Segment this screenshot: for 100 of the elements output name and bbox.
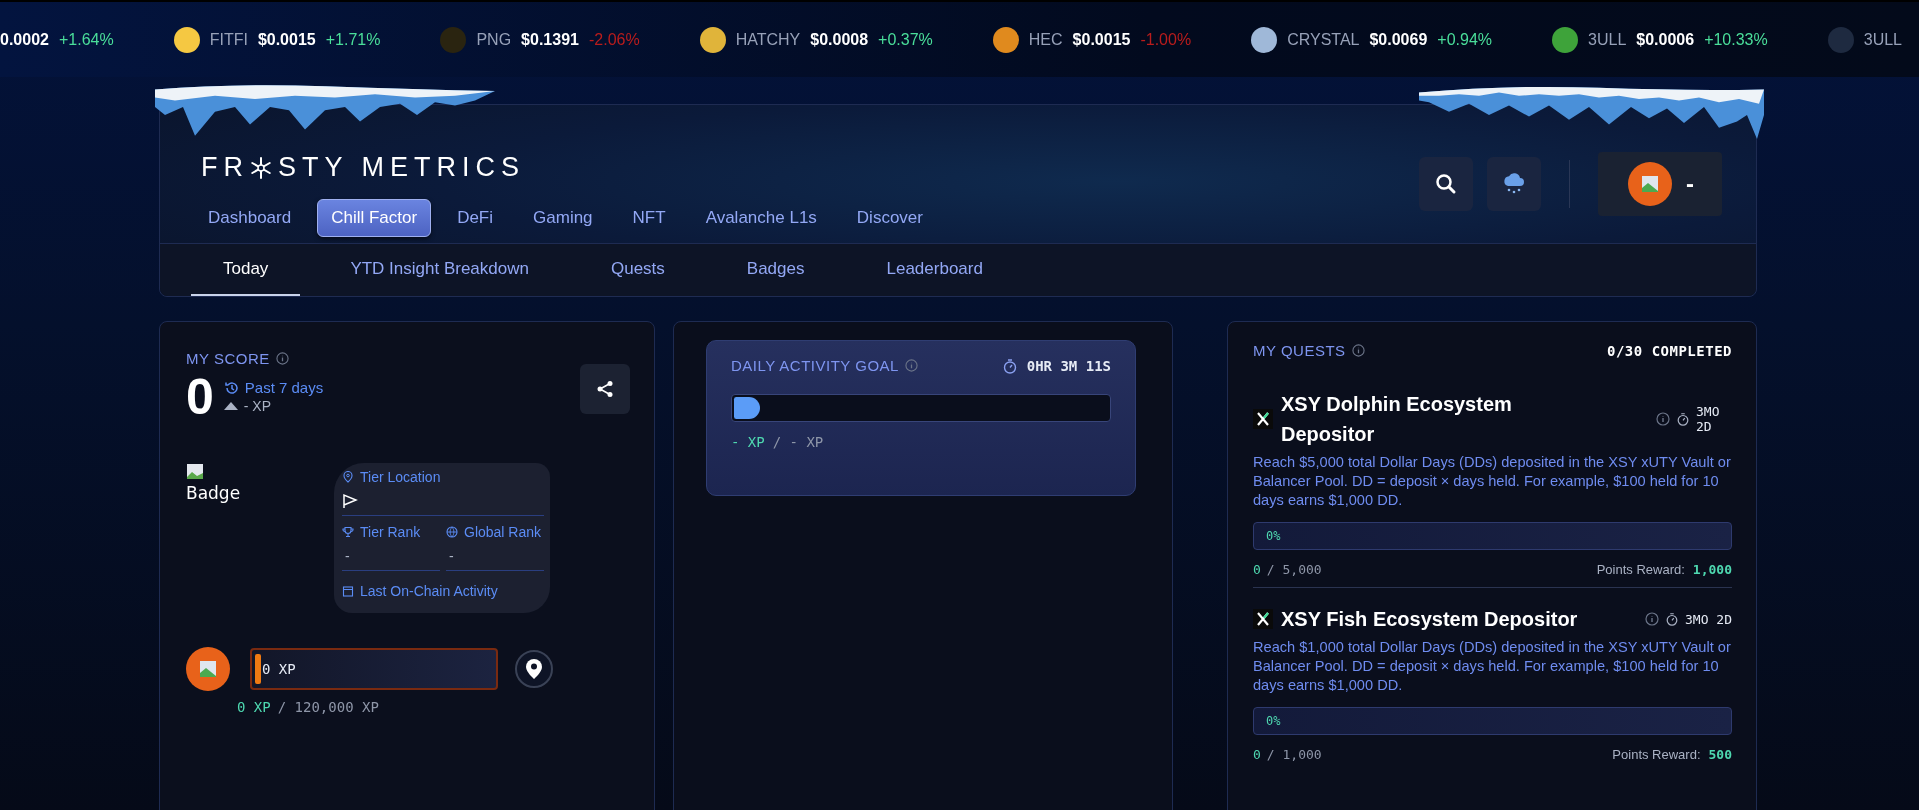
price-change: +1.71%: [325, 30, 381, 49]
stopwatch-icon: [1665, 612, 1680, 626]
token-symbol[interactable]: HATCHY: [735, 30, 801, 49]
xp-label: 0 XP: [262, 661, 296, 677]
info-icon[interactable]: [1645, 612, 1660, 626]
nav-tab[interactable]: Chill Factor: [317, 199, 432, 237]
progress-current: 0: [1253, 747, 1261, 762]
field-label: Last On-Chain Activity: [360, 583, 498, 599]
sub-tab[interactable]: YTD Insight Breakdown: [318, 244, 561, 296]
search-button[interactable]: [1419, 157, 1473, 211]
reward-label: Points Reward:: [1612, 747, 1701, 762]
quest-description: Reach $5,000 total Dollar Days (DDs) deposited in the XSY xUTY Vault or Balancer Pool. DD = deposit × days held. For example, $100 held for 10 days earns $1,000 DD.: [1253, 453, 1732, 510]
logo[interactable]: FR STY METRICS: [194, 152, 937, 183]
sub-tab[interactable]: Badges: [714, 244, 837, 296]
token-price: $0.0008: [810, 30, 869, 49]
share-icon: [596, 380, 614, 398]
progress-percent: 0%: [1266, 529, 1281, 543]
stopwatch-icon: [1676, 412, 1690, 426]
trophy-icon: [342, 526, 354, 538]
user-name: -: [1686, 170, 1694, 198]
token-price: 0.0002: [0, 30, 49, 49]
token-price: $0.1391: [521, 30, 579, 49]
location-button[interactable]: [515, 650, 553, 688]
price-change: -1.00%: [1140, 30, 1192, 49]
token-symbol[interactable]: FITFI: [209, 30, 248, 49]
avatar: [1628, 162, 1672, 206]
price-change: +0.37%: [878, 30, 933, 49]
price-change: +1.64%: [58, 30, 114, 49]
nav-tab[interactable]: Dashboard: [194, 199, 306, 237]
search-icon: [1435, 173, 1457, 195]
nav-tab[interactable]: Discover: [842, 199, 937, 237]
goal-current: - XP: [731, 434, 765, 450]
flag-icon: [342, 493, 358, 509]
broken-image-icon: [186, 463, 206, 481]
reward-label: Points Reward:: [1596, 562, 1685, 577]
token-symbol[interactable]: 3ULL: [1863, 30, 1902, 49]
price-change: -2.06%: [588, 30, 640, 49]
quest-title: XSY Fish Ecosystem Depositor: [1281, 607, 1578, 632]
token-price: $0.0015: [257, 30, 316, 49]
section-title: MY SCORE: [186, 350, 270, 367]
completed-count: 0/30 COMPLETED: [1607, 342, 1732, 359]
info-icon[interactable]: [1351, 344, 1365, 357]
share-button[interactable]: [580, 364, 630, 414]
location-pin-icon: [342, 471, 354, 483]
calendar-icon: [342, 585, 354, 597]
sub-tab[interactable]: Quests: [578, 244, 697, 296]
quest-duration: 3MO 2D: [1685, 611, 1732, 627]
progress-target: / 5,000: [1266, 562, 1322, 577]
section-title: DAILY ACTIVITY GOAL: [731, 357, 899, 374]
sub-tab[interactable]: Today: [191, 244, 301, 296]
up-triangle-icon: [223, 402, 238, 410]
user-menu[interactable]: -: [1598, 152, 1722, 216]
goal-total: / - XP: [772, 434, 824, 450]
weather-button[interactable]: [1487, 157, 1541, 211]
x-logo-icon: [1253, 609, 1273, 629]
xp-current: 0 XP: [237, 699, 271, 715]
progress-target: / 1,000: [1266, 747, 1322, 762]
quest-duration: 3MO 2D: [1696, 404, 1721, 434]
globe-icon: [446, 526, 458, 538]
field-label: Tier Location: [360, 469, 441, 485]
info-icon[interactable]: [1656, 412, 1670, 426]
progress-percent: 0%: [1266, 714, 1281, 728]
reward-points: 1,000: [1692, 562, 1732, 577]
field-label: Global Rank: [464, 524, 542, 540]
info-icon[interactable]: [904, 359, 918, 372]
countdown-timer: 0HR 3M 11S: [1026, 357, 1111, 374]
nav-tab[interactable]: DeFi: [443, 199, 508, 237]
nav-tab[interactable]: Gaming: [519, 199, 607, 237]
field-label: Tier Rank: [360, 524, 421, 540]
snow-cloud-icon: [1501, 172, 1527, 196]
price-change: +0.94%: [1437, 30, 1493, 49]
snowflake-icon: [249, 155, 273, 180]
badge-image-alt: Badge: [186, 483, 242, 503]
history-icon: [223, 379, 240, 396]
nav-tab[interactable]: Avalanche L1s: [691, 199, 831, 237]
location-pin-icon: [525, 658, 543, 680]
nav-tab[interactable]: NFT: [618, 199, 680, 237]
token-price: $0.0015: [1072, 30, 1131, 49]
token-price: $0.0006: [1636, 30, 1695, 49]
xp-total: / 120,000 XP: [277, 699, 379, 715]
token-symbol[interactable]: HEC: [1028, 30, 1063, 49]
stopwatch-icon: [1001, 357, 1018, 374]
quest-title: XSY Dolphin Ecosystem Depositor: [1281, 392, 1513, 447]
price-change: +10.33%: [1704, 30, 1768, 49]
token-symbol[interactable]: PNG: [476, 30, 512, 49]
score-change: - XP: [243, 398, 272, 414]
field-value: -: [345, 548, 351, 564]
token-symbol[interactable]: CRYSTAL: [1287, 30, 1360, 49]
avatar: [186, 647, 230, 691]
sub-tab[interactable]: Leaderboard: [854, 244, 1015, 296]
info-icon[interactable]: [275, 352, 289, 365]
progress-current: 0: [1253, 562, 1261, 577]
field-value: -: [449, 548, 455, 564]
period-label[interactable]: Past 7 days: [244, 379, 324, 396]
score-value: 0: [186, 369, 214, 425]
section-title: MY QUESTS: [1253, 342, 1346, 359]
reward-points: 500: [1708, 747, 1732, 762]
x-logo-icon: [1253, 409, 1273, 429]
token-symbol[interactable]: 3ULL: [1588, 30, 1627, 49]
token-price: $0.0069: [1369, 30, 1428, 49]
